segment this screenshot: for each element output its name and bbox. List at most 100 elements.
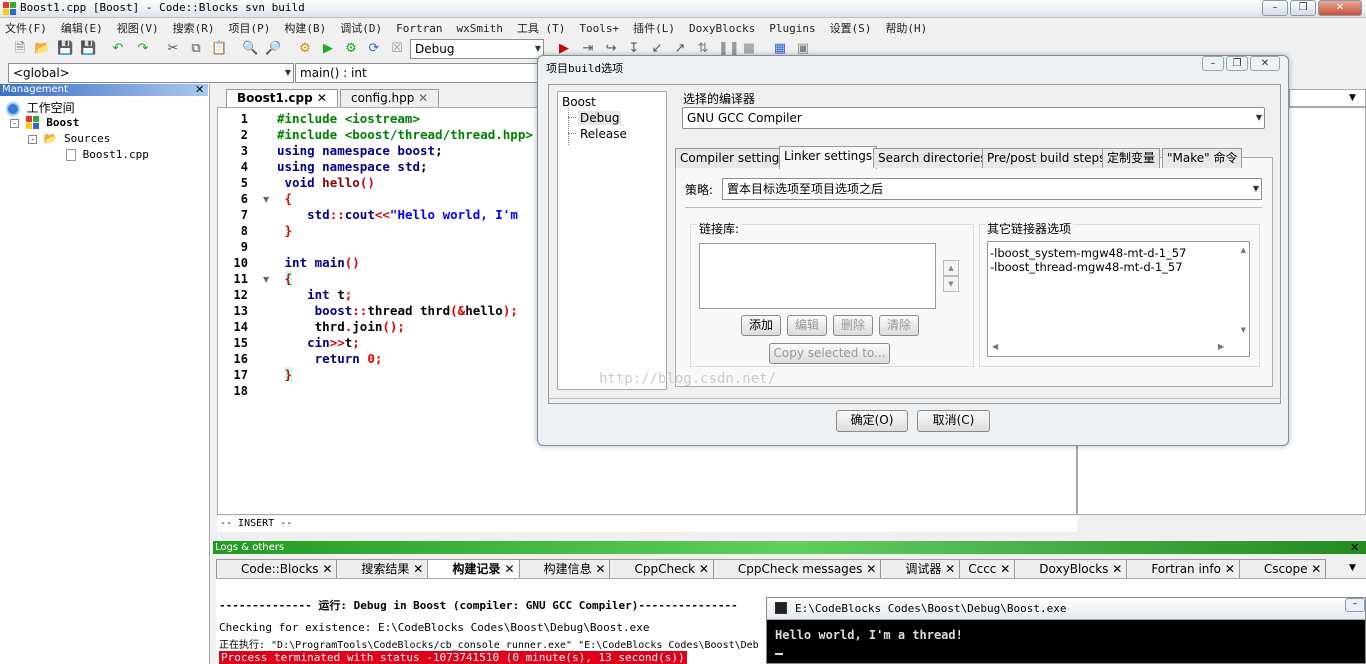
close-icon[interactable]: ✕	[866, 562, 876, 576]
scroll-right-icon[interactable]: ▶	[1218, 342, 1224, 351]
other-linker-textarea[interactable]: -lboost_system-mgw48-mt-d-1_57 -lboost_t…	[987, 241, 1250, 357]
move-up-icon[interactable]: ▲	[943, 260, 959, 276]
log-tab-cccc[interactable]: Cccc ✕	[959, 559, 1016, 578]
link-libs-list[interactable]	[699, 243, 936, 309]
close-icon[interactable]: ✕	[1350, 541, 1359, 554]
maximize-button[interactable]: ❐	[1290, 0, 1316, 16]
log-tab-build-log[interactable]: 构建记录 ✕	[427, 559, 520, 578]
close-icon[interactable]: ✕	[418, 91, 428, 105]
tab-pre-post-build[interactable]: Pre/post build steps	[982, 148, 1111, 168]
log-tab-build-messages[interactable]: 构建信息 ✕	[518, 559, 611, 578]
chevron-down-icon[interactable]: ▼	[1349, 93, 1356, 103]
menu-build[interactable]: 构建(B)	[284, 20, 326, 36]
copy-icon[interactable]: ⧉	[188, 41, 204, 57]
collapse-icon[interactable]: -	[10, 118, 19, 128]
menu-view[interactable]: 视图(V)	[117, 20, 159, 36]
menu-tools-plus[interactable]: Tools+	[579, 22, 619, 35]
log-tab-search-results[interactable]: 搜索结果 ✕	[336, 559, 429, 578]
tab-boost1-cpp[interactable]: Boost1.cpp ✕	[226, 89, 338, 107]
minimize-button[interactable]: –	[1345, 598, 1365, 612]
menu-fortran[interactable]: Fortran	[396, 22, 442, 35]
menu-plugins[interactable]: Plugins	[769, 22, 815, 35]
menu-file[interactable]: 文件(F)	[5, 20, 47, 36]
copy-selected-button[interactable]: Copy selected to...	[769, 343, 890, 364]
log-tab-cppcheck[interactable]: CppCheck ✕	[609, 559, 714, 578]
menu-debug[interactable]: 调试(D)	[340, 20, 382, 36]
target-list[interactable]: Boost Debug Release	[557, 91, 667, 390]
cut-icon[interactable]: ✂	[165, 41, 181, 57]
run-icon[interactable]: ▶	[320, 41, 336, 57]
minimize-button[interactable]: –	[1202, 56, 1224, 71]
cancel-button[interactable]: 取消(C)	[917, 410, 990, 432]
close-icon[interactable]: ✕	[945, 562, 955, 576]
function-select[interactable]: main() : int	[295, 63, 540, 83]
close-icon[interactable]: ✕	[1112, 562, 1122, 576]
chevron-down-icon[interactable]: ▼	[1349, 563, 1356, 573]
menu-project[interactable]: 项目(P)	[229, 20, 271, 36]
target-item-debug[interactable]: Debug	[578, 111, 622, 125]
redo-icon[interactable]: ↷	[135, 41, 151, 57]
close-icon[interactable]: ✕	[317, 91, 327, 105]
menu-plugins-cn[interactable]: 插件(L)	[633, 20, 675, 36]
log-tab-cscope[interactable]: Cscope ✕	[1238, 559, 1327, 578]
compiler-select[interactable]: GNU GCC Compiler ▼	[682, 107, 1265, 129]
console-window[interactable]: E:\CodeBlocks Codes\Boost\Debug\Boost.ex…	[766, 597, 1366, 664]
rebuild-icon[interactable]: ⟳	[366, 41, 382, 57]
build-run-icon[interactable]: ⚙	[343, 41, 359, 57]
menu-settings[interactable]: 设置(S)	[830, 20, 872, 36]
close-icon[interactable]: ✕	[505, 562, 515, 576]
menu-wxsmith[interactable]: wxSmith	[456, 22, 502, 35]
close-icon[interactable]: ✕	[699, 562, 709, 576]
move-down-icon[interactable]: ▼	[943, 276, 959, 292]
log-tab-cppcheck-messages[interactable]: CppCheck messages ✕	[712, 559, 882, 578]
scope-select[interactable]: <global> ▼	[8, 63, 294, 83]
tree-item-workspace[interactable]: 工作空间	[6, 99, 75, 116]
scroll-down-icon[interactable]: ▼	[1241, 326, 1246, 334]
save-icon[interactable]: 💾	[57, 41, 73, 57]
close-button[interactable]: ✕	[1250, 56, 1280, 71]
tree-item-sources[interactable]: - 📂 Sources	[28, 132, 110, 145]
close-icon[interactable]: ✕	[1311, 562, 1321, 576]
open-folder-icon[interactable]: 📂	[34, 41, 50, 57]
log-tab-codeblocks[interactable]: Code::Blocks ✕	[216, 559, 338, 578]
build-gear-icon[interactable]: ⚙	[297, 41, 313, 57]
tab-search-directories[interactable]: Search directories	[873, 148, 992, 168]
menu-edit[interactable]: 编辑(E)	[61, 20, 103, 36]
target-item-boost[interactable]: Boost	[562, 95, 596, 109]
scroll-up-icon[interactable]: ▲	[1241, 246, 1246, 254]
tab-custom-variables[interactable]: 定制变量	[1102, 148, 1161, 168]
close-icon[interactable]: ✕	[322, 562, 332, 576]
clear-button[interactable]: 清除	[879, 315, 919, 336]
close-icon[interactable]: ✕	[195, 84, 204, 96]
tree-item-project[interactable]: - Boost	[10, 116, 79, 130]
close-button[interactable]: ✕	[1318, 0, 1362, 16]
log-tab-doxyblocks[interactable]: DoxyBlocks ✕	[1014, 559, 1128, 578]
abort-icon[interactable]: ☒	[389, 41, 405, 57]
target-item-release[interactable]: Release	[580, 127, 627, 141]
save-all-icon[interactable]: 💾	[80, 41, 96, 57]
fold-icon[interactable]: ▼	[263, 275, 269, 284]
close-icon[interactable]: ✕	[413, 562, 423, 576]
menu-help[interactable]: 帮助(H)	[885, 20, 927, 36]
menu-search[interactable]: 搜索(R)	[173, 20, 215, 36]
log-tab-debugger[interactable]: 调试器 ✕	[880, 559, 961, 578]
menu-tools[interactable]: 工具 (T)	[517, 20, 566, 36]
new-file-icon[interactable]: 🗎	[12, 41, 28, 57]
menu-doxyblocks[interactable]: DoxyBlocks	[689, 22, 755, 35]
paste-icon[interactable]: 📋	[211, 41, 227, 57]
ok-button[interactable]: 确定(O)	[836, 410, 908, 432]
tree-item-file[interactable]: Boost1.cpp	[66, 148, 149, 161]
tab-make-commands[interactable]: "Make" 命令	[1162, 148, 1243, 168]
log-tab-fortran-info[interactable]: Fortran info ✕	[1126, 559, 1240, 578]
tab-config-hpp[interactable]: config.hpp ✕	[339, 89, 440, 107]
add-button[interactable]: 添加	[741, 315, 781, 336]
maximize-button[interactable]: ❐	[1226, 56, 1248, 71]
minimize-button[interactable]: –	[1262, 0, 1288, 16]
replace-icon[interactable]: 🔎	[265, 41, 281, 57]
close-icon[interactable]: ✕	[1000, 562, 1010, 576]
edit-button[interactable]: 编辑	[787, 315, 827, 336]
find-icon[interactable]: 🔍	[242, 41, 258, 57]
policy-select[interactable]: 置本目标选项至项目选项之后 ▼	[722, 178, 1262, 200]
fold-icon[interactable]: ▼	[263, 195, 269, 204]
collapse-icon[interactable]: -	[28, 134, 37, 144]
